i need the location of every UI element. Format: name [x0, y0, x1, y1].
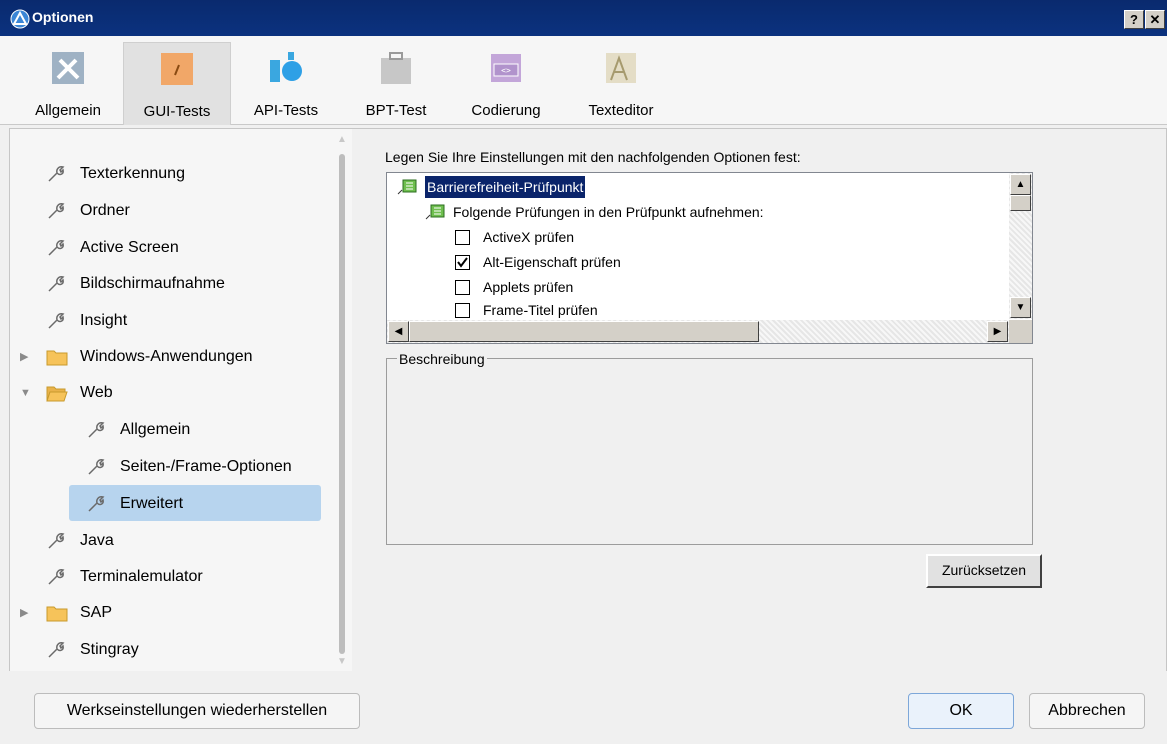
checkpoint-icon: [397, 179, 417, 195]
checkbox[interactable]: [455, 230, 470, 245]
checkpoint-options-list[interactable]: Barrierefreiheit-Prüfpunkt Folgende Prüf…: [386, 172, 1033, 344]
scrollbar-thumb[interactable]: [409, 321, 759, 342]
expand-arrow-icon[interactable]: ▶: [20, 597, 28, 629]
settings-prompt: Legen Sie Ihre Einstellungen mit den nac…: [385, 149, 801, 165]
scroll-up-arrow-icon[interactable]: ▲: [1010, 174, 1031, 195]
checkbox[interactable]: [455, 303, 470, 318]
expand-arrow-icon[interactable]: ▶: [20, 341, 28, 373]
scroll-down-arrow-icon[interactable]: ▼: [1010, 297, 1031, 318]
text-editor-icon: [606, 53, 636, 83]
tab-texteditor[interactable]: Texteditor: [566, 42, 676, 124]
checkpoint-icon: [425, 204, 445, 220]
scrollbar-corner: [1009, 320, 1032, 343]
sidebar-scrollbar[interactable]: ▲ ▼: [336, 134, 348, 667]
help-button[interactable]: ?: [1124, 10, 1144, 29]
api-test-icon: [270, 52, 302, 82]
category-tab-bar: Allgemein GUI-Tests API-Tests BPT-Test <…: [0, 36, 1167, 125]
title-bar: Optionen ? ✕: [0, 0, 1167, 36]
wrench-icon: [48, 533, 65, 549]
code-icon: <>: [491, 54, 521, 82]
list-item-label: Folgende Prüfungen in den Prüfpunkt aufn…: [453, 204, 764, 220]
wrench-icon: [88, 422, 105, 438]
scroll-down-arrow-icon[interactable]: ▼: [337, 656, 347, 667]
close-button[interactable]: ✕: [1145, 10, 1165, 29]
tools-icon: [52, 52, 84, 84]
svg-text:<>: <>: [501, 66, 511, 75]
folder-icon: [46, 606, 68, 622]
scrollbar-thumb[interactable]: [339, 154, 345, 654]
scroll-up-arrow-icon[interactable]: ▲: [337, 134, 347, 145]
description-group: Beschreibung: [386, 351, 1033, 545]
checkmark-icon: [457, 257, 468, 268]
checkbox-checked[interactable]: [455, 255, 470, 270]
tab-allgemein[interactable]: Allgemein: [18, 42, 118, 124]
scroll-left-arrow-icon[interactable]: ◀: [388, 321, 409, 342]
window-title: Optionen: [32, 9, 94, 25]
description-label: Beschreibung: [397, 351, 487, 367]
folder-icon: [46, 350, 68, 366]
tab-gui-tests[interactable]: GUI-Tests: [123, 42, 231, 125]
cancel-button[interactable]: Abbrechen: [1029, 693, 1145, 729]
wrench-icon: [48, 166, 65, 182]
wrench-icon: [88, 459, 105, 475]
restore-defaults-button[interactable]: Werkseinstellungen wiederherstellen: [34, 693, 360, 729]
checkbox[interactable]: [455, 280, 470, 295]
app-logo-icon: [10, 9, 30, 29]
collapse-arrow-icon[interactable]: ▼: [20, 377, 31, 409]
wrench-icon: [88, 496, 105, 512]
tab-api-tests[interactable]: API-Tests: [236, 42, 336, 124]
wrench-icon: [48, 203, 65, 219]
scroll-right-arrow-icon[interactable]: ▶: [987, 321, 1008, 342]
ok-button[interactable]: OK: [908, 693, 1014, 729]
scrollbar-thumb[interactable]: [1010, 195, 1031, 211]
list-horizontal-scrollbar[interactable]: ◀ ▶: [387, 320, 1009, 343]
tree-selection-highlight: [69, 485, 321, 521]
list-item-label: Barrierefreiheit-Prüfpunkt: [425, 176, 586, 198]
wrench-icon: [48, 569, 65, 585]
wrench-icon: [48, 276, 65, 292]
wrench-icon: [48, 313, 65, 329]
list-vertical-scrollbar[interactable]: ▲ ▼: [1009, 173, 1032, 319]
reset-button[interactable]: Zurücksetzen: [926, 554, 1042, 588]
tab-bpt-test[interactable]: BPT-Test: [346, 42, 446, 124]
wrench-icon: [48, 642, 65, 658]
gui-test-icon: [161, 53, 193, 85]
tab-codierung[interactable]: <> Codierung: [456, 42, 556, 124]
wrench-icon: [48, 240, 65, 256]
open-folder-icon: [46, 386, 68, 402]
briefcase-icon: [381, 52, 411, 84]
